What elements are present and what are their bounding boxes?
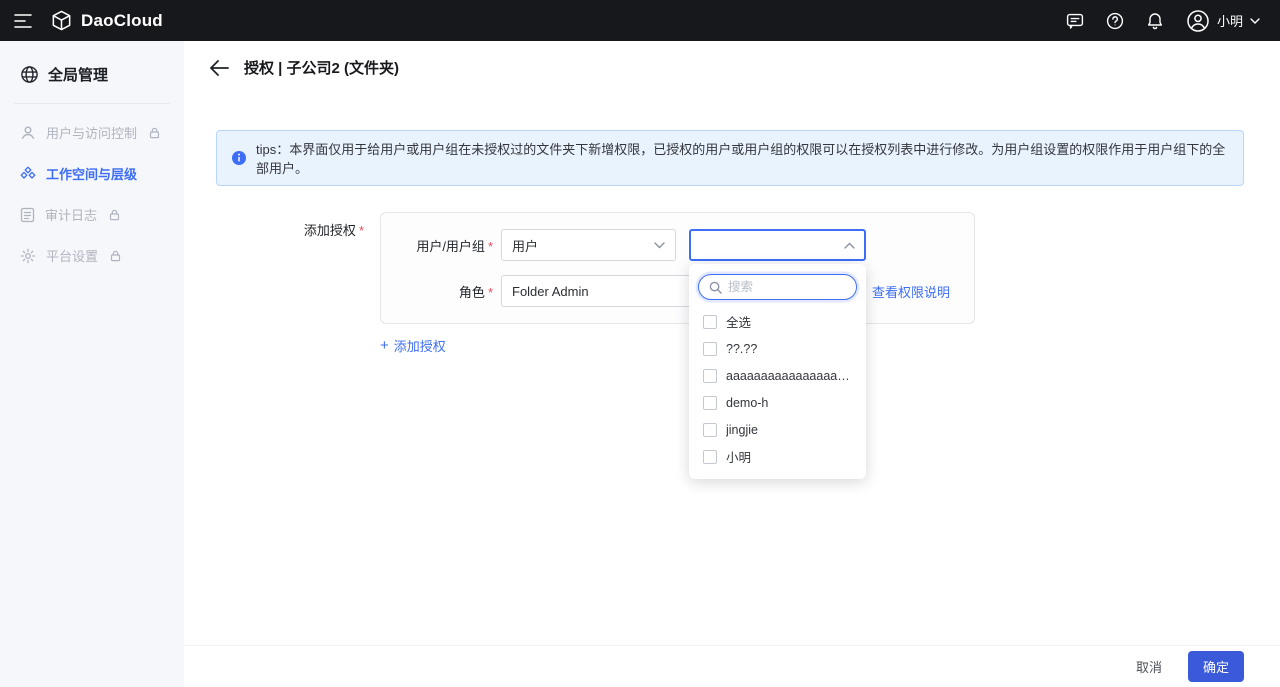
- tips-text: tips：本界面仅用于给用户或用户组在未授权过的文件夹下新增权限，已授权的用户或…: [256, 139, 1229, 177]
- sidebar-item-audit-log[interactable]: 审计日志: [0, 194, 184, 235]
- workspace-diamonds-icon: [20, 166, 36, 182]
- sidebar-item-platform-settings[interactable]: 平台设置: [0, 235, 184, 276]
- option-label: demo-h: [726, 396, 768, 410]
- chevron-down-icon: [1250, 18, 1260, 24]
- checkbox[interactable]: [703, 342, 717, 356]
- option-label: 全选: [726, 312, 751, 331]
- dropdown-option[interactable]: ??.??: [697, 335, 858, 362]
- dropdown-option[interactable]: jingjie: [697, 416, 858, 443]
- checkbox[interactable]: [703, 423, 717, 437]
- role-value: Folder Admin: [512, 284, 589, 299]
- add-authorization-form: 添加授权* 用户/用户组* 用户: [216, 212, 1244, 355]
- sidebar-item-workspace-hierarchy[interactable]: 工作空间与层级: [0, 153, 184, 194]
- sidebar-item-label: 工作空间与层级: [46, 164, 137, 183]
- user-dropdown-panel: 全选 ??.?? aaaaaaaaaaaaaaaaa: [689, 264, 866, 479]
- dropdown-option-select-all[interactable]: 全选: [697, 308, 858, 335]
- info-icon: [231, 150, 247, 166]
- chevron-down-icon: [654, 242, 665, 249]
- user-type-value: 用户: [512, 236, 538, 255]
- gear-icon: [20, 248, 36, 264]
- globe-icon: [20, 65, 39, 84]
- sidebar-item-label: 用户与访问控制: [46, 123, 137, 142]
- app-window: DaoCloud 小明: [0, 0, 1280, 687]
- brand-logo[interactable]: DaoCloud: [50, 9, 163, 32]
- menu-toggle-icon[interactable]: [14, 14, 32, 28]
- required-mark: *: [488, 239, 493, 254]
- checkbox[interactable]: [703, 369, 717, 383]
- dropdown-option[interactable]: aaaaaaaaaaaaaaaaaaaa...: [697, 362, 858, 389]
- page-header: 授权 | 子公司2 (文件夹): [184, 41, 1280, 94]
- sidebar-item-label: 审计日志: [45, 205, 97, 224]
- required-mark: *: [359, 223, 364, 238]
- view-permission-link[interactable]: 查看权限说明: [872, 282, 950, 301]
- main-panel: 授权 | 子公司2 (文件夹) tips：本界面仅用于给用户或用户组在未授权过的…: [184, 41, 1280, 687]
- option-label: ??.??: [726, 342, 757, 356]
- content-area: tips：本界面仅用于给用户或用户组在未授权过的文件夹下新增权限，已授权的用户或…: [184, 94, 1280, 645]
- role-row: 角色* Folder Admin 查看权限说明: [405, 275, 950, 307]
- authorization-card: 用户/用户组* 用户: [380, 212, 975, 324]
- top-bar: DaoCloud 小明: [0, 0, 1280, 41]
- notification-bell-icon[interactable]: [1146, 12, 1164, 30]
- avatar: [1186, 9, 1210, 33]
- checkbox[interactable]: [703, 450, 717, 464]
- add-authorization-link[interactable]: + 添加授权: [380, 336, 975, 355]
- dropdown-option[interactable]: demo-h: [697, 389, 858, 416]
- user-type-select[interactable]: 用户: [501, 229, 676, 261]
- page-title: 授权 | 子公司2 (文件夹): [244, 57, 399, 78]
- footer-actions: 取消 确定: [184, 645, 1280, 687]
- user-menu[interactable]: 小明: [1186, 9, 1260, 33]
- checkbox[interactable]: [703, 396, 717, 410]
- sidebar: 全局管理 用户与访问控制 工作空间与层级: [0, 41, 184, 687]
- user-select-open[interactable]: [689, 229, 866, 261]
- cancel-button[interactable]: 取消: [1128, 651, 1170, 682]
- brand-name: DaoCloud: [81, 11, 163, 31]
- plus-icon: +: [380, 338, 389, 353]
- sidebar-item-user-access-control[interactable]: 用户与访问控制: [0, 112, 184, 153]
- tips-banner: tips：本界面仅用于给用户或用户组在未授权过的文件夹下新增权限，已授权的用户或…: [216, 130, 1244, 186]
- confirm-button[interactable]: 确定: [1188, 651, 1244, 682]
- help-icon[interactable]: [1106, 12, 1124, 30]
- option-label: 小明: [726, 447, 751, 466]
- section-label: 添加授权*: [216, 212, 364, 355]
- sidebar-item-label: 平台设置: [46, 246, 98, 265]
- back-arrow-icon[interactable]: [210, 60, 229, 76]
- dropdown-search[interactable]: [698, 274, 857, 300]
- divider: [14, 103, 170, 104]
- feedback-chat-icon[interactable]: [1066, 12, 1084, 30]
- document-icon: [20, 207, 35, 223]
- sidebar-title: 全局管理: [0, 55, 184, 93]
- user-group-label: 用户/用户组*: [405, 236, 501, 255]
- search-icon: [709, 281, 722, 294]
- required-mark: *: [488, 285, 493, 300]
- option-label: jingjie: [726, 423, 758, 437]
- option-label: aaaaaaaaaaaaaaaaaaaa...: [726, 369, 852, 383]
- dropdown-option[interactable]: 小明: [697, 443, 858, 470]
- lock-icon: [149, 127, 160, 139]
- user-name: 小明: [1217, 11, 1243, 30]
- users-icon: [20, 125, 36, 141]
- sidebar-title-label: 全局管理: [48, 64, 108, 85]
- add-link-label: 添加授权: [394, 336, 446, 355]
- lock-icon: [110, 250, 121, 262]
- daocloud-cube-icon: [50, 9, 73, 32]
- user-group-row: 用户/用户组* 用户: [405, 229, 950, 261]
- checkbox[interactable]: [703, 315, 717, 329]
- search-input[interactable]: [728, 280, 846, 294]
- lock-icon: [109, 209, 120, 221]
- chevron-up-icon: [844, 242, 855, 249]
- role-label: 角色*: [405, 282, 501, 301]
